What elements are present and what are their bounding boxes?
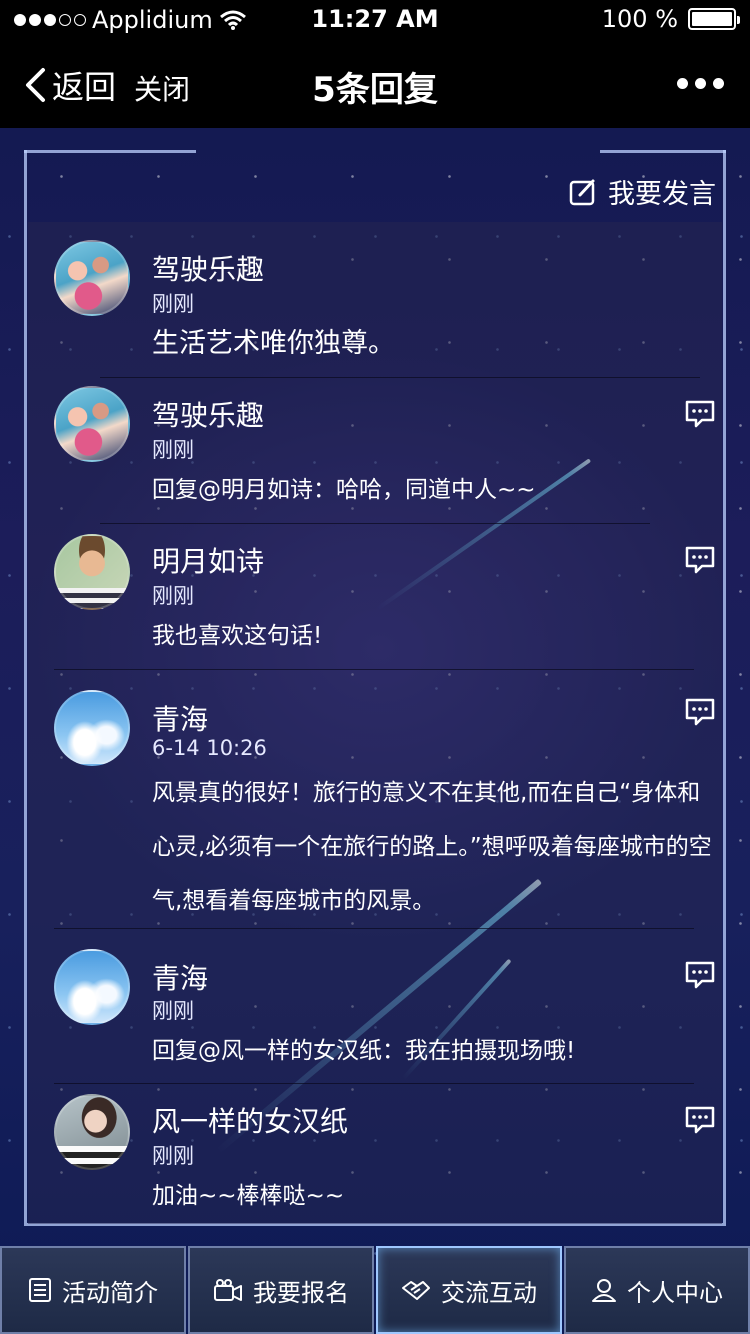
avatar[interactable] — [54, 690, 130, 766]
comment-author[interactable]: 驾驶乐趣 — [152, 248, 264, 288]
comment-author[interactable]: 明月如诗 — [152, 540, 264, 580]
comment-author[interactable]: 青海 — [152, 957, 208, 997]
comment-item[interactable]: 驾驶乐趣 刚刚 回复@明月如诗：哈哈，同道中人~~ — [28, 378, 722, 524]
comment-time: 刚刚 — [152, 999, 194, 1023]
reply-comment-icon[interactable] — [684, 696, 716, 728]
more-dots-icon — [677, 78, 688, 89]
frame-top-right — [600, 150, 726, 153]
comment-item[interactable]: 风一样的女汉纸 刚刚 加油~~棒棒哒~~ — [28, 1084, 722, 1224]
back-label: 返回 — [52, 68, 117, 106]
comment-list[interactable]: 驾驶乐趣 刚刚 生活艺术唯你独尊。 驾驶乐趣 刚刚 回复@明月如诗：哈哈，同道中… — [28, 222, 722, 1224]
close-button[interactable]: 关闭 — [134, 68, 190, 108]
tab-label: 个人中心 — [627, 1278, 723, 1307]
tab-register[interactable]: 我要报名 — [188, 1246, 374, 1334]
battery-percent: 100 % — [601, 5, 678, 33]
comment-author[interactable]: 青海 — [152, 698, 208, 738]
tab-profile[interactable]: 个人中心 — [564, 1246, 750, 1334]
comment-text: 我也喜欢这句话! — [152, 623, 323, 649]
comment-text: 风景真的很好！旅行的意义不在其他,而在自己“身体和心灵,必须有一个在旅行的路上。… — [152, 780, 712, 914]
navigation-bar: 返回 关闭 5条回复 — [0, 40, 750, 128]
tab-interaction[interactable]: 交流互动 — [376, 1246, 562, 1334]
avatar[interactable] — [54, 386, 130, 462]
avatar[interactable] — [54, 1094, 130, 1170]
tab-activity-intro[interactable]: 活动简介 — [0, 1246, 186, 1334]
avatar[interactable] — [54, 240, 130, 316]
comment-text: 加油~~棒棒哒~~ — [152, 1183, 345, 1209]
tab-label: 我要报名 — [253, 1278, 349, 1307]
reply-comment-icon[interactable] — [684, 398, 716, 430]
comment-author[interactable]: 风一样的女汉纸 — [152, 1100, 348, 1140]
handshake-icon — [402, 1281, 430, 1300]
avatar[interactable] — [54, 949, 130, 1025]
post-comment-label: 我要发言 — [608, 179, 716, 210]
camera-icon — [214, 1279, 242, 1301]
frame-top-left — [24, 150, 196, 153]
comment-item[interactable]: 明月如诗 刚刚 我也喜欢这句话! — [28, 524, 722, 670]
comment-text: 回复@风一样的女汉纸：我在拍摄现场哦! — [152, 1038, 576, 1064]
avatar[interactable] — [54, 534, 130, 610]
comment-time: 刚刚 — [152, 584, 194, 608]
battery-icon — [688, 8, 740, 30]
reply-comment-icon[interactable] — [684, 544, 716, 576]
tab-label: 活动简介 — [62, 1278, 158, 1307]
status-bar: Applidium 11:27 AM 100 % — [0, 0, 750, 40]
comment-text: 回复@明月如诗：哈哈，同道中人~~ — [152, 477, 536, 503]
chevron-left-icon — [26, 68, 45, 102]
tab-label: 交流互动 — [441, 1278, 537, 1307]
reply-comment-icon[interactable] — [684, 959, 716, 991]
bottom-tab-bar: 活动简介 我要报名 交流互动 个人中心 — [0, 1246, 750, 1334]
comment-item[interactable]: 驾驶乐趣 刚刚 生活艺术唯你独尊。 — [28, 222, 722, 378]
post-comment-button[interactable]: 我要发言 — [568, 172, 716, 211]
comment-item[interactable]: 青海 刚刚 回复@风一样的女汉纸：我在拍摄现场哦! — [28, 929, 722, 1083]
comment-author[interactable]: 驾驶乐趣 — [152, 394, 264, 434]
more-menu-button[interactable] — [677, 78, 724, 89]
comment-time: 刚刚 — [152, 1144, 194, 1168]
reply-comment-icon[interactable] — [684, 1104, 716, 1136]
comment-time: 刚刚 — [152, 438, 194, 462]
edit-icon — [569, 179, 595, 205]
list-icon — [29, 1278, 51, 1302]
user-icon — [592, 1279, 616, 1302]
comment-time: 6-14 10:26 — [152, 736, 267, 760]
comment-time: 刚刚 — [152, 292, 194, 316]
comment-item[interactable]: 青海 6-14 10:26 风景真的很好！旅行的意义不在其他,而在自己“身体和心… — [28, 670, 722, 928]
back-button[interactable]: 返回 — [24, 62, 116, 108]
comment-text: 生活艺术唯你独尊。 — [152, 328, 395, 359]
